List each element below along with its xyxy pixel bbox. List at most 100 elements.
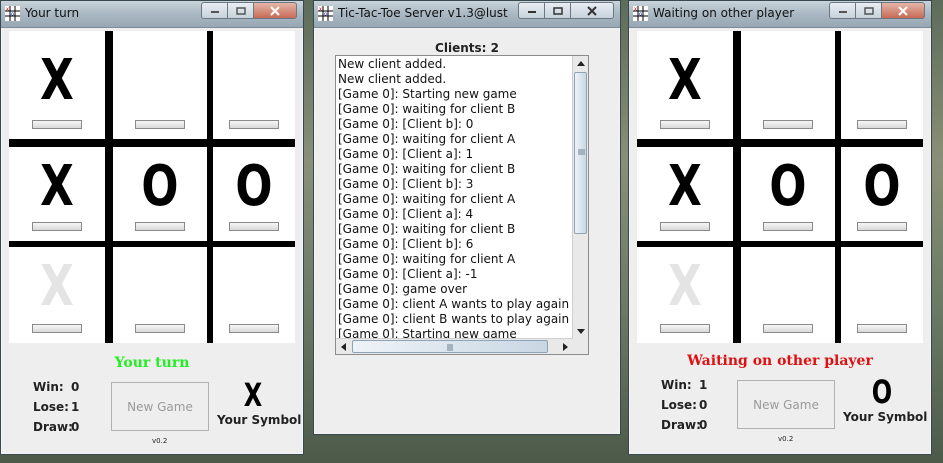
cell-symbol: O	[235, 154, 273, 219]
board-cell-8[interactable]	[213, 247, 295, 343]
window-title: Waiting on other player	[653, 6, 795, 20]
maximize-button[interactable]	[855, 2, 881, 19]
board-cell-0[interactable]: X	[637, 31, 733, 139]
your-symbol-value: O	[871, 373, 893, 411]
cell-button[interactable]	[229, 222, 279, 231]
log-line: [Game 0]: waiting for client B	[338, 162, 516, 176]
minimize-icon	[527, 10, 536, 13]
cell-button[interactable]	[763, 222, 813, 231]
client-window-right: x o Waiting on other player XXOOX Waitin…	[628, 0, 932, 455]
board-cell-6[interactable]: X	[637, 247, 733, 343]
minimize-button[interactable]	[829, 2, 855, 19]
cell-button[interactable]	[857, 120, 907, 129]
board-cell-0[interactable]: X	[9, 31, 105, 139]
title-bar[interactable]: x o Tic-Tac-Toe Server v1.3@lust	[314, 1, 620, 28]
scroll-right-button[interactable]	[558, 339, 573, 354]
grip-icon	[578, 149, 585, 155]
client-area: XXOOX Your turn Win: 0 Lose: 1 Draw: 0 N…	[9, 31, 301, 450]
close-icon	[587, 5, 597, 16]
minimize-button[interactable]	[201, 2, 227, 19]
board-cell-5[interactable]: O	[841, 147, 923, 241]
cell-button[interactable]	[857, 324, 907, 333]
board-cell-1[interactable]	[741, 31, 835, 139]
new-game-button[interactable]: New Game	[737, 380, 835, 429]
close-button[interactable]	[881, 2, 925, 19]
cell-symbol: O	[769, 154, 807, 219]
board-cell-5[interactable]: O	[213, 147, 295, 241]
window-title: Tic-Tac-Toe Server v1.3@lust	[338, 6, 508, 20]
board-cell-7[interactable]	[113, 247, 207, 343]
vertical-scroll-thumb[interactable]	[574, 72, 587, 234]
new-game-label: New Game	[127, 399, 193, 414]
maximize-button[interactable]	[227, 2, 253, 19]
grip-icon	[447, 344, 453, 351]
board-cell-6[interactable]: X	[9, 247, 105, 343]
log-line: [Game 0]: client B wants to play again	[338, 312, 570, 326]
turn-status: Your turn	[114, 355, 190, 371]
svg-text:o: o	[639, 12, 642, 18]
cell-symbol: O	[863, 154, 901, 219]
log-line: [Game 0]: [Client b]: 0	[338, 117, 474, 131]
arrow-up-icon	[576, 61, 585, 66]
svg-text:o: o	[324, 12, 327, 18]
board-cell-3[interactable]: X	[637, 147, 733, 241]
scroll-up-button[interactable]	[573, 56, 588, 71]
board-cell-1[interactable]	[113, 31, 207, 139]
client-window-left: x o Your turn XXOOX Your turn Win: 0 Los…	[0, 0, 304, 455]
scroll-corner	[573, 339, 588, 354]
maximize-button[interactable]	[544, 2, 570, 19]
game-board: XXOOX	[9, 31, 295, 343]
client-area: Clients: 2 New client added. New client a…	[318, 31, 616, 430]
title-bar[interactable]: x o Your turn	[1, 1, 303, 28]
log-line: [Game 0]: Starting new game	[338, 87, 517, 101]
cell-button[interactable]	[135, 324, 185, 333]
board-cell-8[interactable]	[841, 247, 923, 343]
your-symbol-label: Your Symbol	[843, 410, 928, 424]
svg-text:x: x	[319, 7, 322, 13]
lose-label: Lose:	[33, 400, 69, 414]
board-cell-2[interactable]	[841, 31, 923, 139]
cell-button[interactable]	[229, 324, 279, 333]
svg-text:x: x	[634, 7, 637, 13]
turn-status: Waiting on other player	[687, 353, 873, 369]
board-cell-2[interactable]	[213, 31, 295, 139]
cell-symbol: X	[668, 254, 702, 319]
client-area: XXOOX Waiting on other player Win: 1 Los…	[637, 31, 927, 450]
vertical-scrollbar[interactable]	[572, 56, 588, 339]
clients-count: Clients: 2	[435, 41, 499, 55]
cell-button[interactable]	[32, 324, 82, 333]
close-button[interactable]	[570, 2, 614, 19]
new-game-button[interactable]: New Game	[111, 382, 209, 431]
cell-button[interactable]	[660, 120, 710, 129]
draw-label: Draw:	[33, 420, 73, 434]
cell-symbol: X	[40, 48, 74, 113]
cell-button[interactable]	[135, 120, 185, 129]
tictactoe-app-icon: x o	[5, 6, 20, 21]
board-cell-4[interactable]: O	[741, 147, 835, 241]
minimize-button[interactable]	[518, 2, 544, 19]
cell-button[interactable]	[32, 120, 82, 129]
cell-button[interactable]	[32, 222, 82, 231]
board-cell-3[interactable]: X	[9, 147, 105, 241]
horizontal-scrollbar[interactable]	[336, 338, 573, 354]
close-button[interactable]	[253, 2, 297, 19]
cell-button[interactable]	[660, 324, 710, 333]
cell-button[interactable]	[763, 324, 813, 333]
cell-button[interactable]	[660, 222, 710, 231]
scroll-left-button[interactable]	[336, 339, 351, 354]
cell-button[interactable]	[857, 222, 907, 231]
cell-button[interactable]	[763, 120, 813, 129]
board-cell-4[interactable]: O	[113, 147, 207, 241]
version-label: v0.2	[152, 437, 168, 445]
scroll-down-button[interactable]	[573, 324, 588, 339]
board-cell-7[interactable]	[741, 247, 835, 343]
cell-button[interactable]	[135, 222, 185, 231]
tictactoe-app-icon: x o	[633, 6, 648, 21]
horizontal-scroll-thumb[interactable]	[352, 340, 548, 353]
server-log[interactable]: New client added. New client added. [Game …	[335, 55, 589, 355]
win-count: 1	[699, 378, 708, 392]
cell-button[interactable]	[229, 120, 279, 129]
log-line: [Game 0]: client A wants to play again	[338, 297, 570, 311]
arrow-left-icon	[341, 342, 346, 351]
title-bar[interactable]: x o Waiting on other player	[629, 1, 931, 28]
